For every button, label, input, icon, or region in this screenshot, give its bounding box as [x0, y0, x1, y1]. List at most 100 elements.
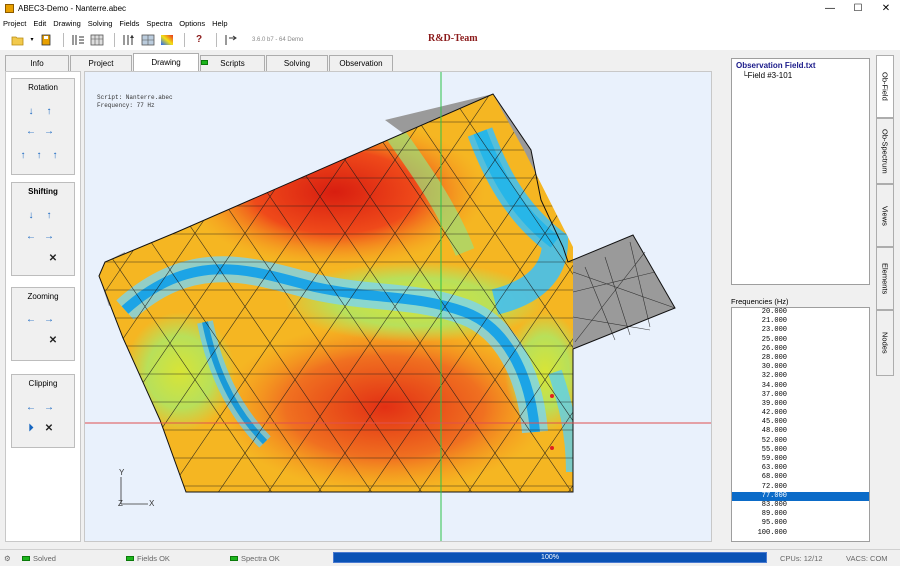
close-button[interactable]: ✕ [872, 0, 900, 17]
clip-left-button[interactable]: ← [26, 403, 36, 413]
shift-left-button[interactable]: ← [26, 232, 36, 242]
frequency-item[interactable]: 52.000 [732, 437, 869, 446]
menu-options[interactable]: Options [179, 19, 205, 28]
menu-solving[interactable]: Solving [88, 19, 113, 28]
frequencies-label: Frequencies (Hz) [731, 297, 789, 306]
side-tab-ob-field[interactable]: Ob-Field [876, 55, 894, 118]
save-icon[interactable] [38, 32, 54, 48]
spectrum-color-icon[interactable] [159, 32, 175, 48]
frequency-item[interactable]: 55.000 [732, 446, 869, 455]
frequency-item[interactable]: 25.000 [732, 336, 869, 345]
side-tab-label: Ob-Spectrum [880, 128, 890, 174]
frequency-item[interactable]: 89.000 [732, 510, 869, 519]
status-cpus: CPUs: 12/12 [780, 554, 823, 563]
frequency-item[interactable]: 26.000 [732, 345, 869, 354]
maximize-button[interactable]: ☐ [844, 0, 872, 17]
window-title: ABEC3-Demo - Nanterre.abec [18, 4, 127, 13]
axis-y-label: Y [119, 468, 125, 477]
frequency-item[interactable]: 77.000 [732, 491, 869, 501]
shift-reset-button[interactable]: ✕ [48, 254, 58, 264]
side-tab-nodes[interactable]: Nodes [876, 310, 894, 376]
status-fields: Fields OK [126, 554, 170, 563]
shift-down-button[interactable]: ↓ [26, 211, 36, 221]
frequency-item[interactable]: 48.000 [732, 427, 869, 436]
menu-edit[interactable]: Edit [33, 19, 46, 28]
tab-label: Solving [283, 59, 311, 68]
status-led-icon [230, 556, 238, 561]
axis-triad [120, 477, 148, 505]
side-tab-ob-spectrum[interactable]: Ob-Spectrum [876, 118, 894, 184]
zoom-reset-button[interactable]: ✕ [48, 336, 58, 346]
frequency-item[interactable]: 28.000 [732, 354, 869, 363]
side-tab-elements[interactable]: Elements [876, 247, 894, 310]
mesh-icon[interactable] [89, 32, 105, 48]
menu-spectra[interactable]: Spectra [146, 19, 172, 28]
observation-point [550, 394, 554, 398]
zoom-out-button[interactable]: ← [26, 315, 36, 325]
tab-info[interactable]: Info [5, 55, 69, 71]
frequency-item[interactable]: 30.000 [732, 363, 869, 372]
frequency-item[interactable]: 59.000 [732, 455, 869, 464]
frequency-item[interactable]: 32.000 [732, 372, 869, 381]
app-icon [5, 4, 14, 13]
help-icon[interactable]: ? [191, 32, 207, 48]
menu-drawing[interactable]: Drawing [53, 19, 81, 28]
zoom-in-button[interactable]: → [44, 315, 54, 325]
frequency-item[interactable]: 100.000 [732, 529, 869, 538]
tab-project[interactable]: Project [70, 55, 132, 71]
drawing-canvas[interactable]: Script: Nanterre.abec Frequency: 77 Hz Y… [84, 71, 712, 542]
solve-icon[interactable] [121, 32, 137, 48]
frequency-item[interactable]: 63.000 [732, 464, 869, 473]
clip-reset-button[interactable]: ✕ [44, 424, 54, 434]
tab-drawing[interactable]: Drawing [133, 53, 199, 71]
clip-toggle-button[interactable]: ⏵ [26, 424, 36, 434]
menu-project[interactable]: Project [3, 19, 26, 28]
frequency-list[interactable]: 20.000 21.000 23.000 25.000 26.000 28.000 30.0… [731, 307, 870, 542]
shift-up-button[interactable]: ↑ [44, 211, 54, 221]
rotate-left-button[interactable]: ← [26, 127, 36, 137]
tab-observation[interactable]: Observation [329, 55, 393, 71]
menu-fields[interactable]: Fields [119, 19, 139, 28]
view-x-button[interactable]: ↑ [18, 151, 28, 161]
observation-field-item[interactable]: └Field #3-101 [742, 71, 792, 80]
field-grid-icon[interactable] [140, 32, 156, 48]
frequency-item[interactable]: 39.000 [732, 400, 869, 409]
frequency-item[interactable]: 72.000 [732, 483, 869, 492]
tab-scripts[interactable]: Scripts [200, 55, 265, 71]
script-line: Script: Nanterre.abec [97, 94, 173, 101]
rotate-up-button[interactable]: ↑ [44, 107, 54, 117]
dropdown-arrow-icon[interactable]: ▾ [29, 32, 35, 48]
minimize-button[interactable]: — [816, 0, 844, 17]
zooming-group: Zooming ← → ✕ [11, 287, 75, 361]
frequency-item[interactable]: 37.000 [732, 391, 869, 400]
clip-right-button[interactable]: → [44, 403, 54, 413]
frequency-item[interactable]: 21.000 [732, 317, 869, 326]
tab-solving[interactable]: Solving [266, 55, 328, 71]
status-settings-icon[interactable]: ⚙ [4, 554, 11, 563]
menu-bar: Project Edit Drawing Solving Fields Spec… [0, 17, 900, 29]
export-icon[interactable] [223, 32, 239, 48]
frequency-item[interactable]: 95.000 [732, 519, 869, 528]
rotate-right-button[interactable]: → [44, 127, 54, 137]
axis-z-label: Z [118, 499, 123, 508]
side-tab-label: Ob-Field [880, 72, 890, 101]
frequency-item[interactable]: 34.000 [732, 382, 869, 391]
frequency-item[interactable]: 45.000 [732, 418, 869, 427]
view-z-button[interactable]: ↑ [50, 151, 60, 161]
observation-file-title[interactable]: Observation Field.txt [736, 61, 816, 70]
view-y-button[interactable]: ↑ [34, 151, 44, 161]
frequency-item[interactable]: 83.000 [732, 501, 869, 510]
open-folder-icon[interactable] [10, 32, 26, 48]
rotate-down-button[interactable]: ↓ [26, 107, 36, 117]
frequency-item[interactable]: 68.000 [732, 473, 869, 482]
mesh-port [568, 235, 675, 349]
integrate-icon[interactable] [70, 32, 86, 48]
frequency-item[interactable]: 23.000 [732, 326, 869, 335]
frequency-item[interactable]: 20.000 [732, 308, 869, 317]
side-tab-label: Views [880, 205, 890, 226]
menu-help[interactable]: Help [212, 19, 227, 28]
toolbar-separator [184, 32, 185, 47]
shift-right-button[interactable]: → [44, 232, 54, 242]
frequency-item[interactable]: 42.000 [732, 409, 869, 418]
side-tab-views[interactable]: Views [876, 184, 894, 247]
